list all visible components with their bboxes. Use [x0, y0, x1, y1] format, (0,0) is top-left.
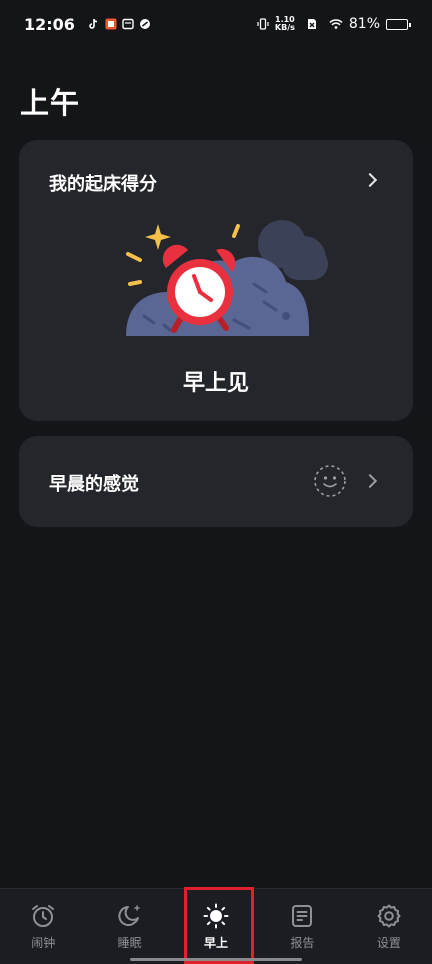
wake-score-title: 我的起床得分: [49, 174, 157, 195]
chevron-right-icon: [362, 172, 378, 188]
nav-label-alarm: 闹钟: [31, 936, 56, 950]
morning-feeling-title: 早晨的感觉: [49, 474, 139, 495]
status-bar: 12:06 1.10 KB/s 81%: [0, 0, 432, 48]
nav-label-sleep: 睡眠: [117, 936, 142, 950]
nav-item-morning[interactable]: 早上: [173, 889, 259, 964]
no-sim-icon: [307, 19, 316, 29]
nav-label-settings: 设置: [376, 936, 401, 950]
chevron-right-icon: [362, 473, 378, 489]
wake-score-message: 早上见: [182, 371, 249, 396]
app-notification-icon: [105, 18, 117, 30]
link-notification-icon: [139, 19, 150, 29]
smiley-icon[interactable]: [313, 464, 347, 498]
net-speed: 1.10 KB/s: [275, 16, 295, 32]
vibrate-icon: [257, 18, 269, 30]
net-speed-unit: KB/s: [274, 23, 295, 32]
report-icon: [292, 905, 313, 927]
page-title: 上午: [20, 86, 81, 120]
status-time: 12:06: [24, 14, 75, 34]
alarm-clock-icon: [32, 905, 55, 927]
tiktok-icon: [89, 18, 97, 29]
status-right: 1.10 KB/s 81%: [252, 16, 411, 32]
alarm-clock-illustration: [126, 220, 328, 336]
moon-icon: [117, 905, 140, 926]
morning-feeling-card[interactable]: 早晨的感觉: [19, 436, 413, 527]
bottom-nav: 闹钟 睡眠 早上 报告 设置: [0, 888, 432, 964]
nav-item-settings[interactable]: 设置: [346, 889, 432, 964]
wifi-icon: [329, 19, 343, 29]
nav-item-alarm[interactable]: 闹钟: [0, 889, 86, 964]
wake-score-card[interactable]: 我的起床得分 早上见: [19, 140, 413, 421]
notification-icons: [83, 18, 151, 30]
gear-icon: [377, 904, 401, 928]
battery-icon: [386, 18, 411, 30]
sun-icon: [203, 903, 229, 929]
nav-item-report[interactable]: 报告: [259, 889, 345, 964]
home-indicator: [130, 958, 302, 961]
calendar-notification-icon: [122, 18, 134, 30]
nav-item-sleep[interactable]: 睡眠: [86, 889, 172, 964]
nav-label-morning: 早上: [204, 936, 229, 950]
battery-percent: 81%: [348, 16, 380, 32]
nav-label-report: 报告: [290, 936, 315, 950]
